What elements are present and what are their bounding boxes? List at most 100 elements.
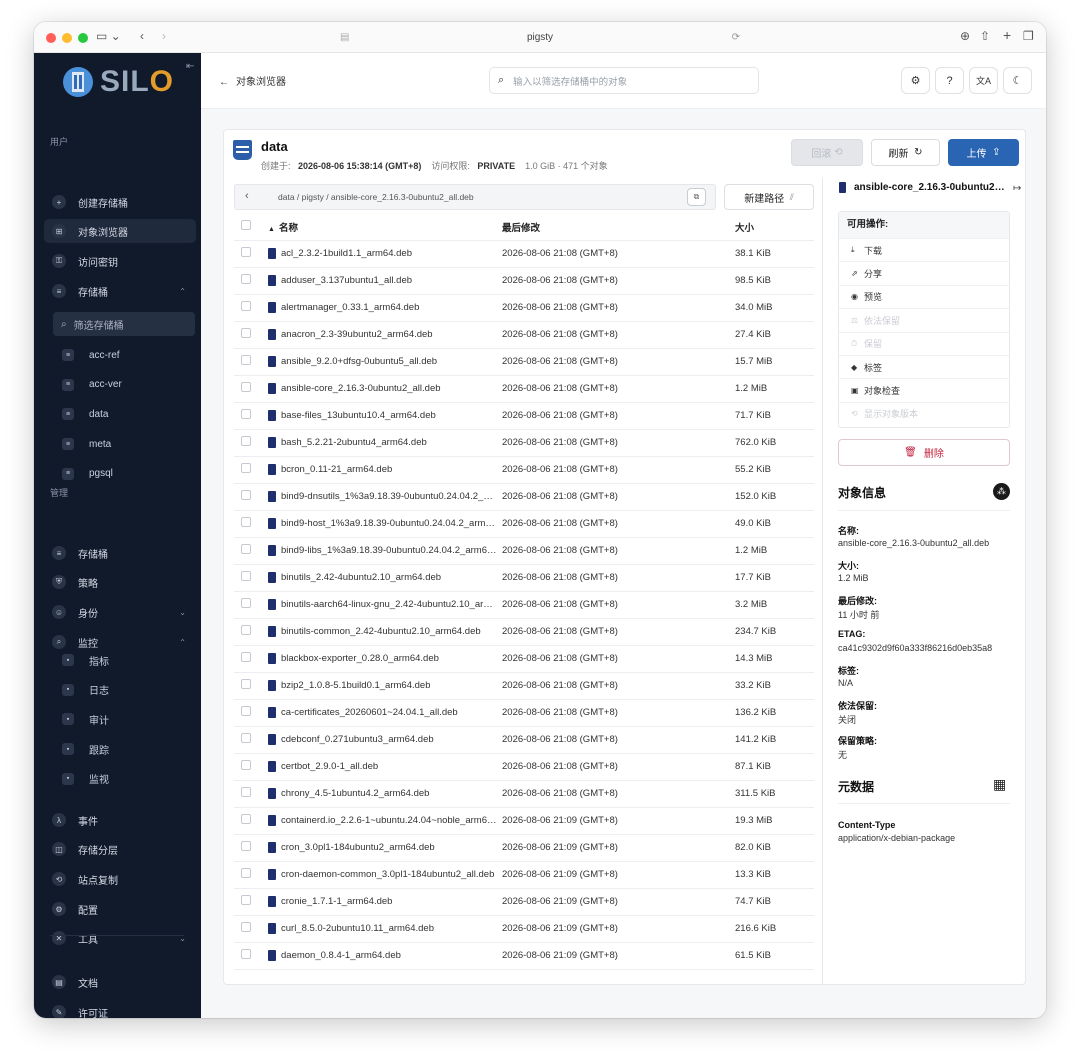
row-checkbox[interactable]: [241, 328, 251, 338]
sidebar-item-bucket[interactable]: ≡ 存储桶: [44, 541, 196, 565]
row-checkbox[interactable]: [241, 706, 251, 716]
file-name[interactable]: curl_8.5.0-2ubuntu10.11_arm64.deb: [281, 923, 434, 934]
sidebar-item-browser[interactable]: ⊞ 对象浏览器: [44, 219, 196, 243]
file-name[interactable]: containerd.io_2.2.6-1~ubuntu.24.04~noble…: [281, 815, 497, 826]
table-row[interactable]: certbot_2.9.0-1_all.deb 2026-08-06 21:08 …: [234, 753, 814, 781]
row-checkbox[interactable]: [241, 247, 251, 257]
file-name[interactable]: bind9-libs_1%3a9.18.39-0ubuntu0.24.04.2_…: [281, 545, 497, 556]
minimize-window-button[interactable]: [62, 33, 72, 43]
monitor-item[interactable]: ▪ 跟踪: [58, 738, 196, 760]
forward-nav-icon[interactable]: ›: [162, 29, 166, 43]
table-row[interactable]: binutils-common_2.42-4ubuntu2.10_arm64.d…: [234, 618, 814, 646]
action-eye[interactable]: ◉ 预览: [839, 284, 1009, 308]
table-row[interactable]: ca-certificates_20260601~24.04.1_all.deb…: [234, 699, 814, 727]
table-row[interactable]: anacron_2.3-39ubuntu2_arm64.deb 2026-08-0…: [234, 321, 814, 349]
monitor-item[interactable]: ▪ 日志: [58, 679, 196, 701]
bucket-filter-input[interactable]: ⌕ 筛选存储桶: [53, 312, 195, 336]
table-row[interactable]: acl_2.3.2-1build1.1_arm64.deb 2026-08-06 …: [234, 240, 814, 268]
file-name[interactable]: base-files_13ubuntu10.4_arm64.deb: [281, 410, 436, 421]
rollback-button[interactable]: 回滚 ⟲: [791, 139, 863, 166]
row-checkbox[interactable]: [241, 787, 251, 797]
column-name[interactable]: ▲ 名称: [268, 214, 502, 241]
collapse-sidebar-icon[interactable]: ⇤: [186, 61, 194, 72]
action-inspect[interactable]: ▣ 对象检查: [839, 378, 1009, 401]
file-name[interactable]: cdebconf_0.271ubuntu3_arm64.deb: [281, 734, 434, 745]
row-checkbox[interactable]: [241, 436, 251, 446]
sidebar-item-tier[interactable]: ◫ 存储分层: [44, 837, 196, 861]
refresh-button[interactable]: 刷新 ↻: [871, 139, 940, 166]
table-row[interactable]: bind9-dnsutils_1%3a9.18.39-0ubuntu0.24.0…: [234, 483, 814, 511]
table-row[interactable]: binutils_2.42-4ubuntu2.10_arm64.deb 2026-…: [234, 564, 814, 592]
row-checkbox[interactable]: [241, 490, 251, 500]
file-name[interactable]: bind9-host_1%3a9.18.39-0ubuntu0.24.04.2_…: [281, 518, 497, 529]
row-checkbox[interactable]: [241, 841, 251, 851]
reload-icon[interactable]: ⟳: [732, 28, 740, 48]
file-name[interactable]: bcron_0.11-21_arm64.deb: [281, 464, 392, 475]
row-checkbox[interactable]: [241, 949, 251, 959]
table-row[interactable]: binutils-aarch64-linux-gnu_2.42-4ubuntu2…: [234, 591, 814, 619]
file-name[interactable]: binutils_2.42-4ubuntu2.10_arm64.deb: [281, 572, 441, 583]
sidebar-item-bucket[interactable]: ≡ 存储桶 ⌃: [44, 279, 196, 303]
sidebar-toggle-icon[interactable]: ▭ ⌄: [96, 29, 121, 43]
table-row[interactable]: cronie_1.7.1-1_arm64.deb 2026-08-06 21:09…: [234, 888, 814, 916]
sidebar-item-license[interactable]: ✎ 许可证: [44, 1000, 196, 1018]
table-row[interactable]: bind9-libs_1%3a9.18.39-0ubuntu0.24.04.2_…: [234, 537, 814, 565]
chevron-left-icon[interactable]: ‹: [245, 190, 249, 202]
file-name[interactable]: binutils-common_2.42-4ubuntu2.10_arm64.d…: [281, 626, 481, 637]
row-checkbox[interactable]: [241, 895, 251, 905]
file-name[interactable]: cron-daemon-common_3.0pl1-184ubuntu2_all…: [281, 869, 494, 880]
row-checkbox[interactable]: [241, 733, 251, 743]
row-checkbox[interactable]: [241, 382, 251, 392]
row-checkbox[interactable]: [241, 274, 251, 284]
close-panel-icon[interactable]: ↦: [1013, 183, 1021, 194]
help-button[interactable]: ?: [935, 67, 964, 94]
table-row[interactable]: curl_8.5.0-2ubuntu10.11_arm64.deb 2026-08…: [234, 915, 814, 943]
address-bar[interactable]: ▤ pigsty ⟳: [334, 28, 746, 48]
select-all-checkbox[interactable]: [241, 220, 251, 231]
table-row[interactable]: cron-daemon-common_3.0pl1-184ubuntu2_all…: [234, 861, 814, 889]
file-name[interactable]: certbot_2.9.0-1_all.deb: [281, 761, 378, 772]
sidebar-item-policy[interactable]: ⛨ 策略: [44, 570, 196, 594]
row-checkbox[interactable]: [241, 760, 251, 770]
sidebar-item-key[interactable]: ⚿ 访问密钥: [44, 249, 196, 273]
monitor-item[interactable]: ▪ 审计: [58, 708, 196, 730]
sidebar-item-plus[interactable]: + 创建存储桶: [44, 190, 196, 214]
sidebar-item-docs[interactable]: ▤ 文档: [44, 970, 196, 994]
sidebar-item-tools[interactable]: ✕ 工具 ⌄: [44, 926, 196, 950]
file-name[interactable]: ca-certificates_20260601~24.04.1_all.deb: [281, 707, 458, 718]
file-name[interactable]: binutils-aarch64-linux-gnu_2.42-4ubuntu2…: [281, 599, 497, 610]
file-name[interactable]: cronie_1.7.1-1_arm64.deb: [281, 896, 392, 907]
chevron-up-icon[interactable]: ⌃: [179, 638, 186, 647]
sidebar-item-identity[interactable]: ☺ 身份 ⌄: [44, 600, 196, 624]
table-row[interactable]: bzip2_1.0.8-5.1build0.1_arm64.deb 2026-08…: [234, 672, 814, 700]
close-window-button[interactable]: [46, 33, 56, 43]
table-row[interactable]: adduser_3.137ubuntu1_all.deb 2026-08-06 2…: [234, 267, 814, 295]
row-checkbox[interactable]: [241, 598, 251, 608]
row-checkbox[interactable]: [241, 301, 251, 311]
chevron-down-icon[interactable]: ⌄: [179, 608, 186, 617]
settings-button[interactable]: ⚙: [901, 67, 930, 94]
table-row[interactable]: bind9-host_1%3a9.18.39-0ubuntu0.24.04.2_…: [234, 510, 814, 538]
breadcrumb-path[interactable]: data / pigsty / ansible-core_2.16.3-0ubu…: [278, 192, 474, 202]
sidebar-item-config[interactable]: ⚙ 配置: [44, 897, 196, 921]
row-checkbox[interactable]: [241, 814, 251, 824]
share-icon[interactable]: ⇧: [980, 29, 990, 43]
monitor-item[interactable]: ▪ 指标: [58, 649, 196, 671]
column-modified[interactable]: 最后修改: [502, 214, 735, 241]
theme-toggle-button[interactable]: ☾: [1003, 67, 1032, 94]
action-tag[interactable]: ◆ 标签: [839, 354, 1009, 378]
table-row[interactable]: daemon_0.8.4-1_arm64.deb 2026-08-06 21:09…: [234, 942, 814, 970]
bucket-item-meta[interactable]: ≡ meta: [58, 433, 196, 455]
file-name[interactable]: cron_3.0pl1-184ubuntu2_arm64.deb: [281, 842, 435, 853]
table-row[interactable]: cdebconf_0.271ubuntu3_arm64.deb 2026-08-0…: [234, 726, 814, 754]
row-checkbox[interactable]: [241, 922, 251, 932]
table-row[interactable]: bcron_0.11-21_arm64.deb 2026-08-06 21:08 …: [234, 456, 814, 484]
table-row[interactable]: alertmanager_0.33.1_arm64.deb 2026-08-06 …: [234, 294, 814, 322]
bucket-item-pgsql[interactable]: ≡ pgsql: [58, 463, 196, 485]
file-name[interactable]: ansible_9.2.0+dfsg-0ubuntu5_all.deb: [281, 356, 437, 367]
download-icon[interactable]: ⊕: [960, 29, 970, 43]
table-row[interactable]: bash_5.2.21-2ubuntu4_arm64.deb 2026-08-06…: [234, 429, 814, 457]
table-row[interactable]: chrony_4.5-1ubuntu4.2_arm64.deb 2026-08-0…: [234, 780, 814, 808]
new-path-button[interactable]: 新建路径 ⫽: [724, 184, 814, 210]
row-checkbox[interactable]: [241, 409, 251, 419]
